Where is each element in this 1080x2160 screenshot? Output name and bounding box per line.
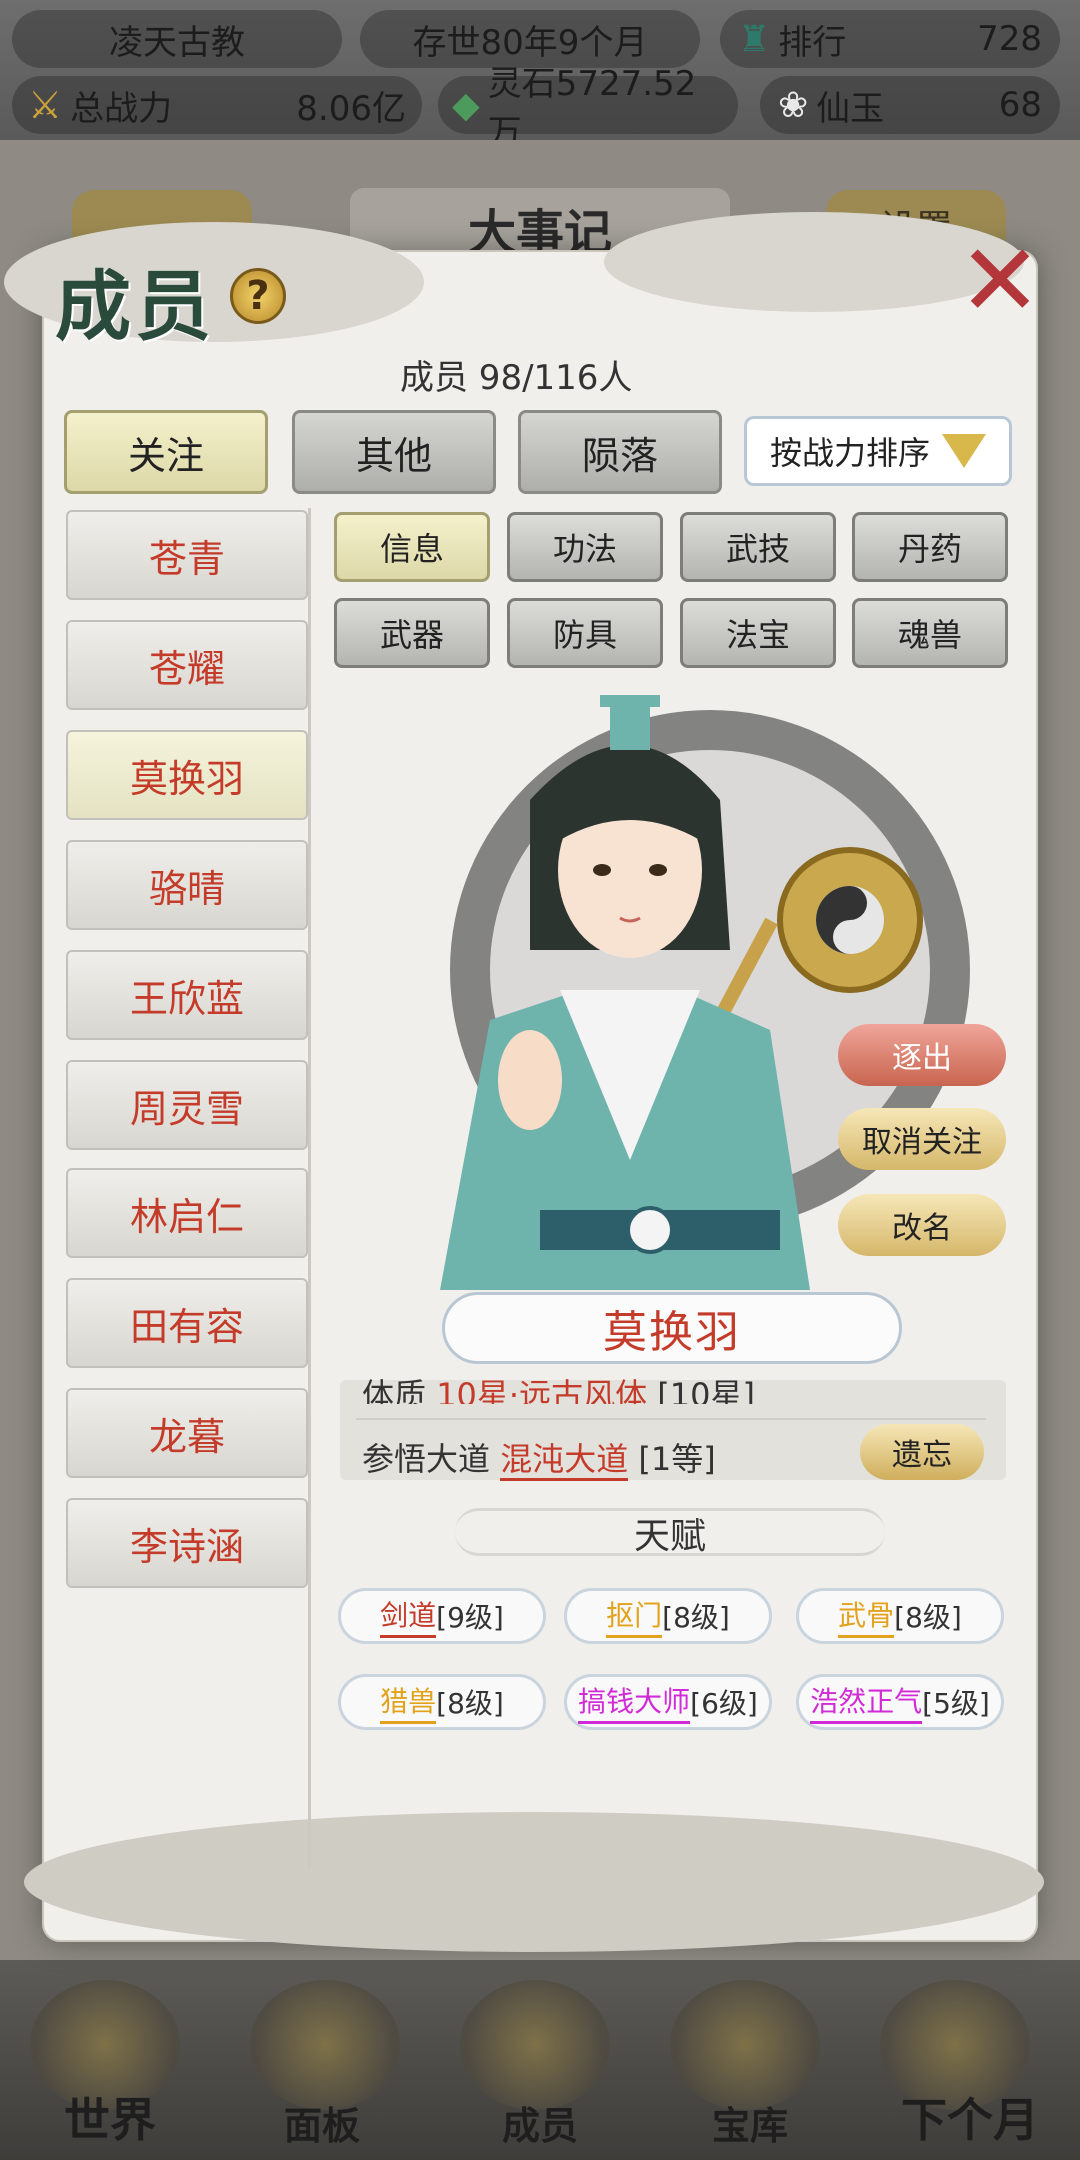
trophy-icon: ♜ — [738, 18, 771, 60]
member-item[interactable]: 周灵雪 — [66, 1060, 308, 1150]
forget-button[interactable]: 遗忘 — [860, 1424, 984, 1480]
talent-chip[interactable]: 抠门 [8级] — [564, 1588, 772, 1644]
talent-name: 武骨 — [838, 1594, 895, 1638]
expel-button[interactable]: 逐出 — [838, 1024, 1006, 1086]
dao-level: [1等] — [638, 1440, 716, 1478]
member-item[interactable]: 李诗涵 — [66, 1498, 308, 1588]
bottom-nav: 世界 面板 成员 宝库 下个月 — [0, 1960, 1080, 2160]
top-status-bar: 凌天古教 存世80年9个月 ♜ 排行 728 ⚔ 总战力 8.06亿 ◆ 灵石5… — [0, 0, 1080, 153]
nav-panel[interactable]: 面板 — [222, 2095, 422, 2150]
treasury-icon — [670, 1980, 820, 2110]
subtab-treasures[interactable]: 法宝 — [680, 598, 836, 668]
rank-value: 728 — [977, 19, 1042, 59]
dao-label: 参悟大道 — [362, 1440, 491, 1478]
member-item[interactable]: 苍耀 — [66, 620, 308, 710]
member-count: 成员 98/116人 — [400, 358, 633, 398]
talent-chip[interactable]: 浩然正气 [5级] — [796, 1674, 1004, 1730]
talent-level: [6级] — [690, 1687, 758, 1720]
rename-button[interactable]: 改名 — [838, 1194, 1006, 1256]
dao-value[interactable]: 混沌大道 — [500, 1440, 629, 1481]
talent-name: 剑道 — [380, 1594, 437, 1638]
physique-level: [10星] — [657, 1376, 755, 1404]
power-pill: ⚔ 总战力 8.06亿 — [12, 76, 422, 134]
jade-icon: ❀ — [778, 84, 809, 126]
member-item[interactable]: 王欣蓝 — [66, 950, 308, 1040]
talent-name: 抠门 — [606, 1594, 663, 1638]
tab-following[interactable]: 关注 — [64, 410, 268, 494]
physique-label: 体质 — [362, 1376, 427, 1404]
subtab-skills[interactable]: 功法 — [507, 512, 663, 582]
subtab-pills[interactable]: 丹药 — [852, 512, 1008, 582]
nav-world[interactable]: 世界 — [10, 2084, 210, 2150]
dao-row: 参悟大道 混沌大道 [1等] — [362, 1434, 716, 1481]
chevron-down-icon — [942, 434, 986, 468]
sword-icon: ⚔ — [28, 83, 63, 127]
subtab-soul-beasts[interactable]: 魂兽 — [852, 598, 1008, 668]
members-icon — [460, 1980, 610, 2110]
sect-name-pill: 凌天古教 — [12, 10, 342, 68]
power-value: 8.06亿 — [296, 88, 406, 129]
row-divider — [356, 1418, 986, 1420]
physique-row: 体质 10星·远古风体 [10星] — [362, 1370, 755, 1404]
rank-pill[interactable]: ♜ 排行 728 — [720, 10, 1060, 68]
talent-chip[interactable]: 搞钱大师 [6级] — [564, 1674, 772, 1730]
sort-dropdown[interactable]: 按战力排序 — [744, 416, 1012, 486]
member-item[interactable]: 骆晴 — [66, 840, 308, 930]
tab-others[interactable]: 其他 — [292, 410, 496, 494]
spirit-stone-pill: ◆ 灵石5727.52万 — [438, 64, 738, 153]
talent-level: [8级] — [436, 1687, 504, 1720]
member-item[interactable]: 林启仁 — [66, 1168, 308, 1258]
modal-title: 成员 — [55, 262, 215, 351]
member-item[interactable]: 苍青 — [66, 510, 308, 600]
sort-label: 按战力排序 — [769, 434, 930, 472]
subtab-weapons[interactable]: 武器 — [334, 598, 490, 668]
nav-next-month[interactable]: 下个月 — [870, 2084, 1070, 2150]
talent-name: 搞钱大师 — [578, 1680, 691, 1724]
talent-level: [9级] — [436, 1601, 504, 1634]
talent-level: [8级] — [662, 1601, 730, 1634]
talent-level: [8级] — [894, 1601, 962, 1634]
jade-value: 68 — [998, 85, 1042, 125]
cloud-decoration — [24, 1812, 1044, 1952]
jade-label: 仙玉 — [816, 88, 885, 129]
talent-level: [5级] — [922, 1687, 990, 1720]
jade-pill: ❀ 仙玉 68 — [760, 76, 1060, 134]
subtab-martial-arts[interactable]: 武技 — [680, 512, 836, 582]
talent-title: 天赋 — [633, 1516, 706, 1557]
talent-chip[interactable]: 武骨 [8级] — [796, 1588, 1004, 1644]
nav-treasury[interactable]: 宝库 — [650, 2095, 850, 2150]
member-item[interactable]: 田有容 — [66, 1278, 308, 1368]
sect-name: 凌天古教 — [109, 22, 245, 63]
list-divider — [308, 508, 311, 1868]
panel-icon — [250, 1980, 400, 2110]
character-name: 莫换羽 — [442, 1292, 902, 1364]
subtab-armor[interactable]: 防具 — [507, 598, 663, 668]
talent-name: 猎兽 — [380, 1680, 437, 1724]
spirit-stone-icon: ◆ — [452, 84, 480, 126]
nav-members[interactable]: 成员 — [440, 2095, 640, 2150]
talent-chip[interactable]: 猎兽 [8级] — [338, 1674, 546, 1730]
member-item-selected[interactable]: 莫换羽 — [66, 730, 308, 820]
talent-chip[interactable]: 剑道 [9级] — [338, 1588, 546, 1644]
talent-name: 浩然正气 — [810, 1680, 923, 1724]
close-icon[interactable]: ✕ — [955, 231, 1045, 331]
power-label: 总战力 — [70, 88, 173, 129]
rank-label: 排行 — [778, 22, 847, 63]
tab-fallen[interactable]: 陨落 — [518, 410, 722, 494]
help-icon[interactable]: ? — [230, 268, 286, 324]
unfollow-button[interactable]: 取消关注 — [838, 1108, 1006, 1170]
subtab-info[interactable]: 信息 — [334, 512, 490, 582]
physique-value[interactable]: 10星·远古风体 — [436, 1376, 648, 1404]
member-item[interactable]: 龙暮 — [66, 1388, 308, 1478]
